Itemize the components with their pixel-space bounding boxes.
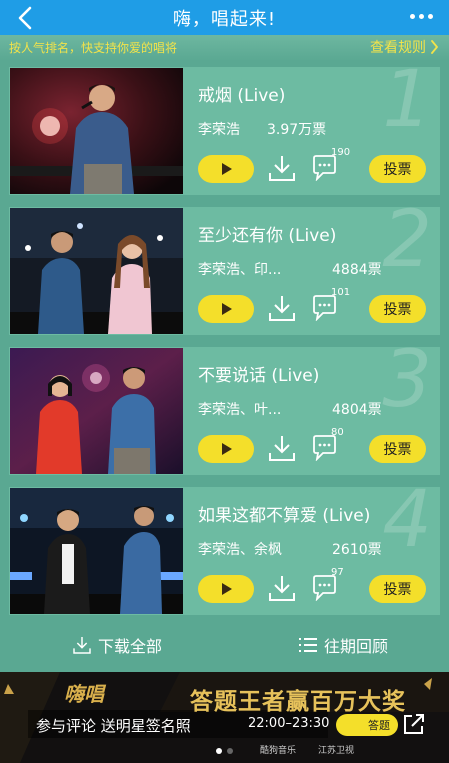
play-button[interactable] xyxy=(198,295,254,323)
play-button[interactable] xyxy=(198,155,254,183)
vote-count: 4804票 xyxy=(332,402,382,418)
answer-label: 答题 xyxy=(368,719,390,732)
banner-time: 22:00–23:30 xyxy=(248,716,330,731)
share-icon[interactable] xyxy=(402,712,426,736)
comment-count: 101 xyxy=(331,287,351,298)
carousel-dot xyxy=(227,748,233,754)
song-card: 2 至少还有你 (Live) 李荣浩、印... 4884票 101 投票 xyxy=(9,201,440,335)
play-icon xyxy=(222,303,232,315)
play-button[interactable] xyxy=(198,435,254,463)
download-icon[interactable] xyxy=(267,293,297,323)
download-icon[interactable] xyxy=(267,573,297,603)
vote-count: 2610票 xyxy=(332,542,382,558)
song-artist: 李荣浩 xyxy=(198,122,240,138)
download-icon[interactable] xyxy=(267,433,297,463)
song-card: 4 如果这都不算爱 (Live) 李荣浩、余枫 2610票 97 投票 xyxy=(9,481,440,615)
download-all-label: 下载全部 xyxy=(98,637,163,656)
comment-count: 97 xyxy=(331,567,344,578)
song-artist: 李荣浩、印... xyxy=(198,262,282,278)
song-title: 不要说话 (Live) xyxy=(198,366,320,386)
more-button[interactable] xyxy=(405,6,437,26)
comment-count: 80 xyxy=(331,427,344,438)
download-icon xyxy=(73,637,91,654)
vote-button[interactable]: 投票 xyxy=(369,295,426,323)
ellipsis-icon xyxy=(409,13,415,19)
play-icon xyxy=(222,443,232,455)
view-rules-label: 查看规则 xyxy=(370,40,426,56)
play-icon xyxy=(222,583,232,595)
promo-banner[interactable]: 嗨唱 答题王者赢百万大奖 参与评论 送明星签名照 22:00–23:30 答题 … xyxy=(0,672,449,763)
song-title: 如果这都不算爱 (Live) xyxy=(198,506,371,526)
song-card: 3 不要说话 (Live) 李荣浩、叶... 4804票 80 投票 xyxy=(9,341,440,475)
history-button[interactable]: 往期回顾 xyxy=(298,633,388,657)
rank-number: 3 xyxy=(382,335,432,425)
brand-jiangsu-tv: 江苏卫视 xyxy=(318,746,355,756)
vote-count: 4884票 xyxy=(332,262,382,278)
top-bar: 嗨，唱起来! xyxy=(0,0,449,35)
carousel-dots xyxy=(216,748,233,754)
list-icon xyxy=(299,638,317,652)
vote-button[interactable]: 投票 xyxy=(369,575,426,603)
comment-count: 190 xyxy=(331,147,351,158)
song-thumbnail[interactable] xyxy=(10,348,183,474)
download-icon[interactable] xyxy=(267,153,297,183)
view-rules-link[interactable]: 查看规则 xyxy=(370,37,439,57)
rank-number: 1 xyxy=(382,55,432,145)
song-thumbnail[interactable] xyxy=(10,488,183,614)
page-title: 嗨，唱起来! xyxy=(172,8,277,30)
carousel-dot-active xyxy=(216,748,222,754)
back-button[interactable] xyxy=(10,4,40,31)
song-card: 1 戒烟 (Live) 李荣浩 3.97万票 190 投票 xyxy=(9,61,440,195)
banner-logo: 嗨唱 xyxy=(64,682,104,706)
brand-kugou: 酷狗音乐 xyxy=(260,746,297,756)
song-title: 戒烟 (Live) xyxy=(198,86,286,106)
vote-button[interactable]: 投票 xyxy=(369,435,426,463)
rank-number: 2 xyxy=(382,195,432,285)
song-thumbnail[interactable] xyxy=(10,68,183,194)
chevron-left-icon xyxy=(18,6,32,29)
vote-count: 3.97万票 xyxy=(267,122,327,138)
download-all-button[interactable]: 下载全部 xyxy=(72,633,162,657)
ranking-hint: 按人气排名，快支持你爱的唱将 xyxy=(9,41,178,55)
song-artist: 李荣浩、余枫 xyxy=(198,542,282,558)
song-thumbnail[interactable] xyxy=(10,208,183,334)
banner-headline: 答题王者赢百万大奖 xyxy=(190,689,406,715)
answer-button[interactable]: 答题 xyxy=(336,714,398,736)
song-title: 至少还有你 (Live) xyxy=(198,226,337,246)
play-icon xyxy=(222,163,232,175)
banner-comment-promo: 参与评论 送明星签名照 xyxy=(36,717,191,735)
rank-number: 4 xyxy=(382,475,432,565)
play-button[interactable] xyxy=(198,575,254,603)
chevron-right-icon xyxy=(431,40,438,54)
bottom-actions: 下载全部 往期回顾 xyxy=(0,627,449,661)
history-label: 往期回顾 xyxy=(324,637,389,656)
vote-button[interactable]: 投票 xyxy=(369,155,426,183)
song-artist: 李荣浩、叶... xyxy=(198,402,282,418)
